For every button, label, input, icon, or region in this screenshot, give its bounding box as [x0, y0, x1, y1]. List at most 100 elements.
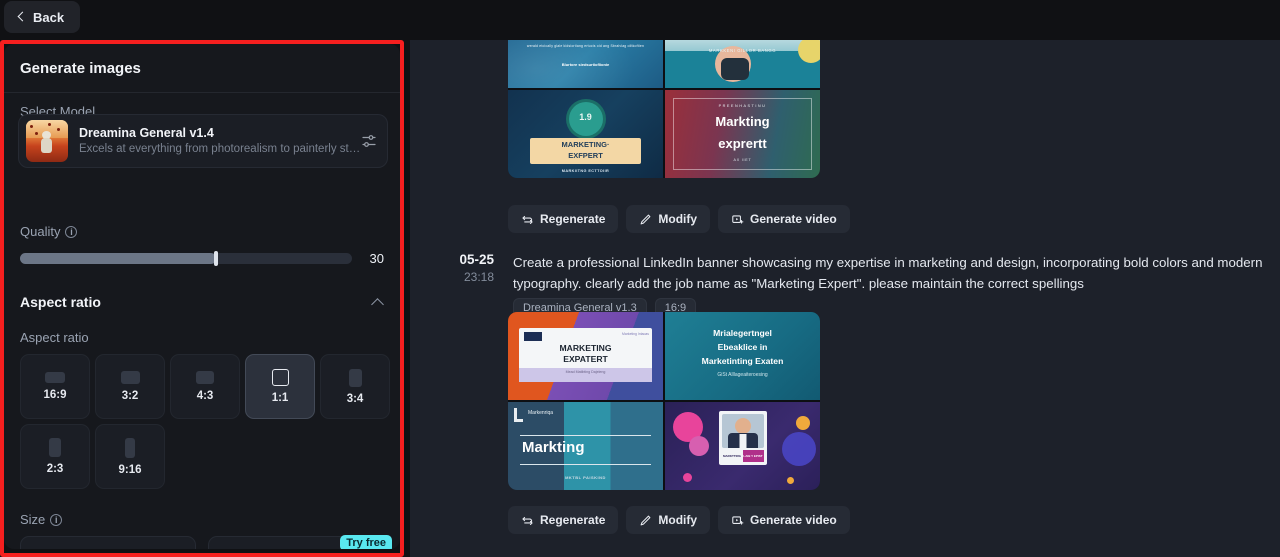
top-bar: Back: [0, 0, 1280, 40]
quality-slider-track[interactable]: [20, 250, 352, 266]
aspect-ratio-shape-icon: [271, 369, 289, 386]
aspect-ratio-shape-icon: [196, 371, 214, 384]
aspect-ratio-option-label: 1:1: [271, 392, 289, 404]
result-actions: Regenerate Modify Generate video: [508, 205, 850, 233]
aspect-ratio-options: 16:9 3:2 4:3 1:1 3:4 2:3 9:16: [20, 354, 392, 489]
pencil-icon: [639, 514, 652, 527]
result-image[interactable]: 1.9 MARKETING· EXFPERT MARKIITNG ECTTOII…: [508, 90, 663, 178]
quality-slider-thumb[interactable]: [213, 250, 218, 266]
banner-subtitle: Mead Matibting Dajeleng: [565, 370, 606, 374]
banner-footnote: AX IIET: [733, 158, 752, 162]
aspect-ratio-section-header[interactable]: Aspect ratio: [20, 294, 384, 310]
banner-line-1: Markting: [715, 114, 770, 129]
back-button[interactable]: Back: [4, 1, 81, 33]
size-label-text: Size: [20, 512, 46, 527]
banner-footnote: MKTBL PAISKIND: [565, 475, 606, 480]
try-free-badge: Try free: [340, 535, 392, 549]
sliders-icon[interactable]: [361, 133, 377, 149]
aspect-ratio-option-label: 16:9: [43, 389, 67, 401]
result-timestamp: 05-25 23:18: [430, 252, 494, 284]
action-button-label: Regenerate: [540, 212, 606, 226]
aspect-ratio-shape-icon: [348, 368, 362, 387]
quality-value: 30: [369, 250, 384, 266]
result-date: 05-25: [459, 252, 494, 267]
aspect-ratio-option-9-16[interactable]: 9:16: [95, 424, 165, 489]
model-name: Dreamina General v1.4: [79, 126, 214, 140]
pencil-icon: [639, 213, 652, 226]
regenerate-icon: [521, 514, 534, 527]
result-image-grid: — — — MARKEING EXPERTS werald etcically …: [508, 40, 820, 178]
result-image[interactable]: Markenriqa Markting MKTBL PAISKIND: [508, 402, 663, 490]
result-image[interactable]: PREENHASTINU Markting exprertt AX IIET: [665, 90, 820, 178]
size-inputs: [20, 536, 384, 549]
chevron-left-icon: [16, 12, 26, 22]
action-button-label: Generate video: [750, 513, 837, 527]
panel-divider: [4, 92, 400, 93]
banner-subtitle: GiSt Alllageaiteroesing: [717, 372, 768, 378]
info-icon[interactable]: i: [50, 513, 63, 526]
aspect-ratio-option-label: 4:3: [196, 390, 214, 402]
banner-line-3: Marketinting Exaten: [701, 356, 784, 366]
banner-subtitle: MARKKENI GILLOR BANGG: [708, 48, 777, 53]
result-time: 23:18: [463, 270, 494, 284]
banner-line-2: EXPATERT: [563, 354, 608, 364]
aspect-ratio-option-3-4[interactable]: 3:4: [320, 354, 390, 419]
action-button-label: Modify: [658, 513, 698, 527]
info-icon[interactable]: i: [65, 225, 78, 238]
banner-name: MARKTTIRG: [721, 450, 743, 462]
generate-video-button[interactable]: Generate video: [718, 506, 850, 534]
banner-line-2: exprertt: [718, 136, 767, 151]
result-image[interactable]: Mrialegertngel Ebeaklice in Marketinting…: [665, 312, 820, 400]
back-button-label: Back: [33, 9, 65, 25]
aspect-ratio-option-16-9[interactable]: 16:9: [20, 354, 90, 419]
modify-button[interactable]: Modify: [626, 506, 711, 534]
banner-line-1: MARKETING·: [561, 140, 610, 149]
aspect-ratio-option-label: 3:2: [121, 390, 139, 402]
model-description: Excels at everything from photorealism t…: [79, 143, 361, 155]
result-image[interactable]: MARKTTIRG LAIB Y EPIST: [665, 402, 820, 490]
regenerate-icon: [521, 213, 534, 226]
aspect-ratio-option-label: 2:3: [46, 463, 64, 475]
quality-slider[interactable]: 30: [20, 250, 384, 266]
generate-video-icon: [731, 514, 744, 527]
generate-video-button[interactable]: Generate video: [718, 205, 850, 233]
size-width-field[interactable]: [20, 536, 196, 549]
generate-images-panel: Generate images Select Model Dreamina Ge…: [4, 44, 400, 549]
banner-line-1: MARKETING: [559, 343, 612, 353]
aspect-ratio-option-3-2[interactable]: 3:2: [95, 354, 165, 419]
result-image[interactable]: — — — MARKEING EXPERTS werald etcically …: [508, 40, 663, 88]
banner-footnote: Blurtore siedsurtioflionie: [561, 62, 610, 67]
result-image[interactable]: MARKETING IKEIINIENG MARKKENI GILLOR BAN…: [665, 40, 820, 88]
model-selector-card[interactable]: Dreamina General v1.4 Excels at everythi…: [18, 114, 388, 168]
banner-line-1: Markting: [522, 439, 585, 456]
aspect-ratio-sub-label-text: Aspect ratio: [20, 330, 89, 345]
banner-subtitle: werald etcically glale kidsiortiang ertu…: [526, 44, 645, 48]
model-thumbnail: [26, 120, 68, 162]
result-image[interactable]: MARKETING EXPATERT Mead Matibting Dajele…: [508, 312, 663, 400]
quality-slider-fill: [20, 252, 216, 264]
aspect-ratio-sub-label: Aspect ratio: [20, 330, 89, 345]
banner-tag: Marketing Intaoas: [622, 332, 649, 336]
result-image-grid: MARKETING EXPATERT Mead Matibting Dajele…: [508, 312, 820, 490]
aspect-ratio-shape-icon: [125, 437, 135, 458]
modify-button[interactable]: Modify: [626, 205, 711, 233]
banner-footnote: MARKIITNG ECTTOIIR: [561, 169, 610, 173]
quality-label: Quality i: [20, 224, 78, 239]
quality-label-text: Quality: [20, 224, 61, 239]
action-button-label: Regenerate: [540, 513, 606, 527]
aspect-ratio-option-2-3[interactable]: 2:3: [20, 424, 90, 489]
aspect-ratio-shape-icon: [49, 438, 61, 457]
action-button-label: Modify: [658, 212, 698, 226]
aspect-ratio-section-title: Aspect ratio: [20, 294, 101, 310]
regenerate-button[interactable]: Regenerate: [508, 205, 619, 233]
banner-kicker: Markenriqa: [528, 410, 554, 416]
banner-line-2: Ebeaklice in: [717, 342, 768, 352]
result-prompt: Create a professional LinkedIn banner sh…: [513, 255, 1263, 291]
banner-line-2: EXFPERT: [568, 151, 603, 160]
aspect-ratio-option-1-1[interactable]: 1:1: [245, 354, 315, 419]
regenerate-button[interactable]: Regenerate: [508, 506, 619, 534]
banner-badge-text: 1.9: [579, 112, 592, 122]
aspect-ratio-option-4-3[interactable]: 4:3: [170, 354, 240, 419]
chevron-up-icon[interactable]: [372, 296, 384, 308]
aspect-ratio-option-label: 9:16: [118, 463, 142, 476]
